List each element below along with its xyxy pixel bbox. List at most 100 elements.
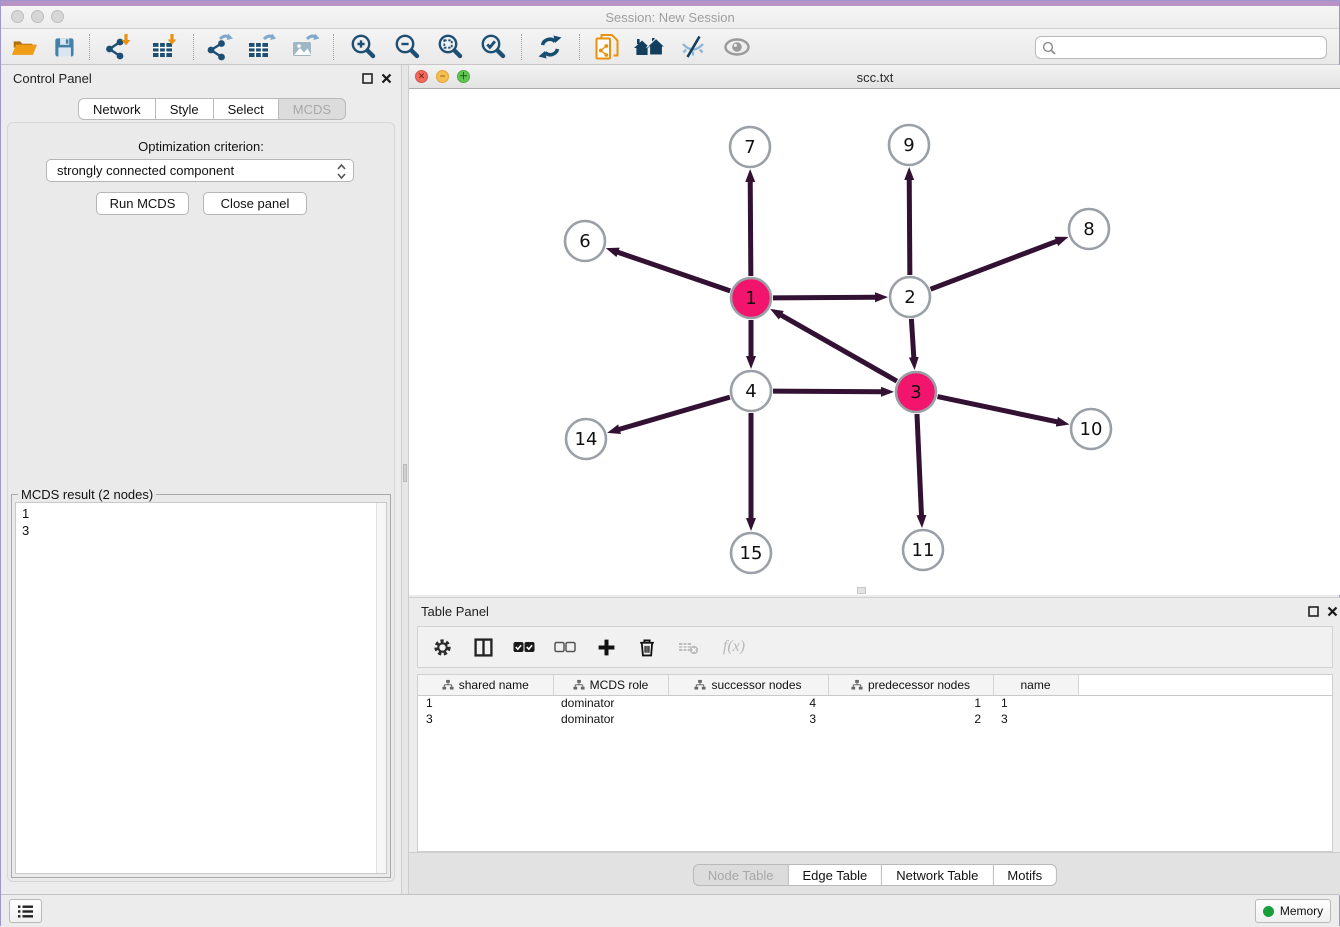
run-mcds-button[interactable]: Run MCDS [96,192,189,215]
criterion-dropdown[interactable]: strongly connected component [46,159,354,182]
table-row[interactable]: 1dominator411 [418,695,1332,711]
network-graph[interactable]: 7 9 6 8 1 2 4 3 14 10 15 11 [409,89,1340,595]
duplicate-network-button[interactable] [590,32,624,62]
close-table-panel-button[interactable] [1326,605,1339,618]
column-header-predecessor-nodes[interactable]: predecessor nodes [828,675,993,695]
graph-edge-3-11[interactable] [917,414,922,516]
graph-edge-2-8[interactable] [931,241,1058,289]
tab-select[interactable]: Select [214,98,279,120]
table-cell[interactable]: 3 [668,711,828,727]
tab-edge-table[interactable]: Edge Table [788,864,882,886]
graph-node-15[interactable]: 15 [731,533,771,573]
table-cell[interactable]: 3 [418,711,553,727]
graph-node-4[interactable]: 4 [731,371,771,411]
column-header-successor-nodes[interactable]: successor nodes [668,675,828,695]
float-panel-button[interactable] [361,72,374,85]
graph-node-3[interactable]: 3 [896,372,936,412]
graph-edge-3-1[interactable] [781,315,897,381]
eye-slash-icon [678,32,708,62]
graph-edge-2-9[interactable] [909,179,910,275]
toggle-columns-button[interactable] [471,636,495,658]
show-all-button[interactable] [720,32,754,62]
graph-edge-4-14[interactable] [619,397,730,429]
tab-node-table[interactable]: Node Table [693,864,789,886]
zoom-selected-button[interactable] [476,32,510,62]
tab-style[interactable]: Style [156,98,214,120]
table-cell[interactable]: dominator [553,695,668,711]
splitter-grip[interactable] [403,464,407,482]
import-table-button[interactable] [147,32,181,62]
graph-node-9[interactable]: 9 [889,125,929,165]
export-image-button[interactable] [288,32,322,62]
table-cell[interactable]: 3 [993,711,1078,727]
delete-entry-button[interactable] [635,636,659,658]
tab-mcds[interactable]: MCDS [279,98,346,120]
close-panel-icon-button[interactable] [380,72,393,85]
network-window-title: scc.txt [409,70,1340,85]
tab-network[interactable]: Network [78,98,156,120]
table-settings-button[interactable] [430,636,454,658]
mcds-result-text[interactable]: 1 3 [15,502,387,874]
table-cell[interactable]: 1 [418,695,553,711]
result-scrollbar[interactable] [376,503,386,873]
zoom-fit-button[interactable] [433,32,467,62]
table-cell[interactable]: dominator [553,711,668,727]
deselect-all-button[interactable] [553,636,577,658]
refresh-view-button[interactable] [533,32,567,62]
table-cell[interactable]: 1 [828,695,993,711]
control-panel-header: Control Panel [1,65,401,91]
task-history-button[interactable] [9,899,42,923]
zoom-in-button[interactable] [346,32,380,62]
table-cell[interactable]: 4 [668,695,828,711]
hide-selected-button[interactable] [676,32,710,62]
canvas-grip[interactable] [857,587,866,594]
svg-text:15: 15 [740,543,763,564]
home-icon [632,33,666,61]
export-network-button[interactable] [202,32,236,62]
tab-network-table[interactable]: Network Table [882,864,993,886]
graph-node-2[interactable]: 2 [890,277,930,317]
graph-node-1[interactable]: 1 [731,278,771,318]
control-panel-tabs: Network Style Select MCDS [78,98,346,120]
graph-node-10[interactable]: 10 [1071,409,1111,449]
export-table-button[interactable] [244,32,278,62]
criterion-value: strongly connected component [57,163,234,178]
vertical-splitter[interactable] [401,65,409,894]
graph-edge-1-6[interactable] [617,252,730,291]
graph-edge-1-2[interactable] [773,297,876,298]
function-builder-button[interactable]: f(x) [717,636,751,658]
graph-edge-4-3[interactable] [773,391,882,392]
search-input[interactable] [1057,39,1326,57]
graph-edge-3-10[interactable] [938,397,1058,422]
open-session-button[interactable] [7,32,41,62]
select-all-button[interactable] [512,636,536,658]
search-icon [1041,40,1057,56]
graph-edge-2-3[interactable] [911,319,913,358]
tab-motifs[interactable]: Motifs [993,864,1057,886]
home-button[interactable] [632,32,666,62]
zoom-out-icon [392,32,422,62]
graph-node-8[interactable]: 8 [1069,209,1109,249]
add-entry-button[interactable] [594,636,618,658]
table-row[interactable]: 3dominator323 [418,711,1332,727]
toolbar-separator [89,34,90,60]
column-header-mcds-role[interactable]: MCDS role [553,675,668,695]
graph-node-6[interactable]: 6 [565,221,605,261]
zoom-in-icon [348,32,378,62]
column-header-shared-name[interactable]: shared name [418,675,553,695]
zoom-out-button[interactable] [390,32,424,62]
column-header-name[interactable]: name [993,675,1078,695]
float-table-panel-button[interactable] [1307,605,1320,618]
close-panel-button[interactable]: Close panel [203,192,307,215]
memory-button[interactable]: Memory [1255,899,1331,923]
import-network-button[interactable] [101,32,135,62]
table-cell[interactable]: 2 [828,711,993,727]
save-session-button[interactable] [47,32,81,62]
graph-node-14[interactable]: 14 [566,419,606,459]
control-panel-title: Control Panel [13,71,92,86]
table-cell[interactable]: 1 [993,695,1078,711]
delete-table-button[interactable] [676,636,700,658]
graph-node-11[interactable]: 11 [903,530,943,570]
graph-node-7[interactable]: 7 [730,127,770,167]
graph-edge-1-7[interactable] [750,181,751,276]
